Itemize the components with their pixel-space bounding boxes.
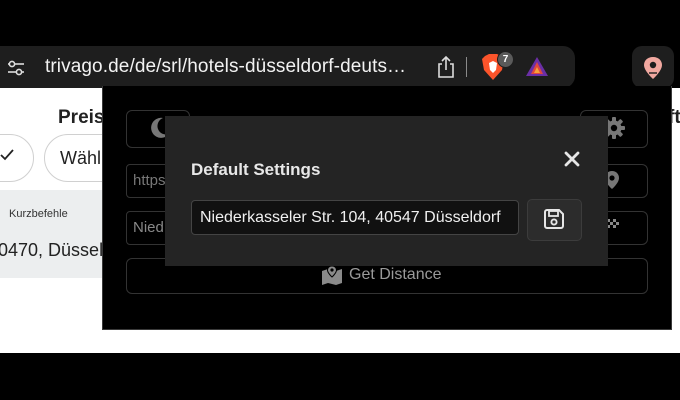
page-heading-price: Preis xyxy=(58,107,105,128)
modal-title: Default Settings xyxy=(191,160,321,179)
address-bar-divider xyxy=(466,57,467,77)
page-map-thumbnail[interactable] xyxy=(0,190,110,278)
origin-address-text: Nied xyxy=(133,219,164,236)
brave-shields-count-badge: 7 xyxy=(497,51,514,68)
map-pin-extension-icon[interactable] xyxy=(642,56,664,80)
page-select-placeholder: Wähl xyxy=(60,148,102,168)
share-icon[interactable] xyxy=(436,55,456,79)
check-icon xyxy=(0,148,14,162)
map-location-icon xyxy=(321,265,343,285)
page-address-fragment: 0470, Düssel xyxy=(0,240,104,260)
map-shortcuts-label: Kurzbefehle xyxy=(9,208,68,220)
brave-rewards-triangle-icon[interactable] xyxy=(525,55,549,79)
default-address-input[interactable] xyxy=(191,200,519,235)
close-icon[interactable] xyxy=(564,151,580,167)
browser-tab-strip xyxy=(0,0,680,46)
get-distance-label: Get Distance xyxy=(349,266,442,283)
default-settings-modal xyxy=(165,116,608,266)
window-bottom-area xyxy=(0,353,680,400)
floppy-disk-icon xyxy=(543,208,565,230)
url-text[interactable]: trivago.de/de/srl/hotels-düsseldorf-deut… xyxy=(45,56,406,78)
site-settings-icon[interactable] xyxy=(6,58,26,78)
